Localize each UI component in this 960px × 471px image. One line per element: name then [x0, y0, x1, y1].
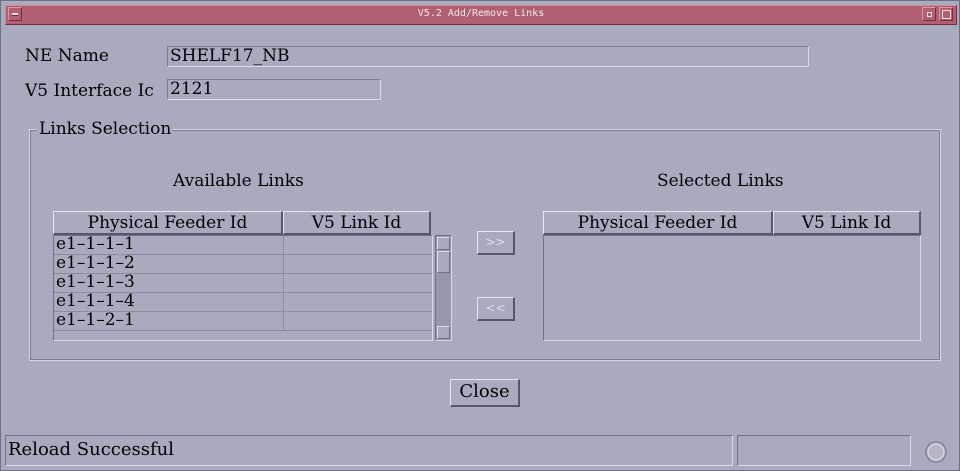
close-button[interactable]: Close — [450, 379, 520, 407]
table-row[interactable]: e1–1–1–2 — [54, 255, 432, 274]
minimize-icon[interactable] — [922, 7, 936, 21]
selected-links-heading: Selected Links — [657, 171, 784, 191]
remove-link-button[interactable]: << — [477, 297, 515, 321]
feeder-id-cell: e1–1–2–1 — [56, 312, 135, 330]
selected-table-body[interactable] — [543, 235, 921, 341]
interface-id-field[interactable]: 2121 — [167, 79, 381, 100]
title-bar[interactable]: V5.2 Add/Remove Links — [5, 5, 957, 25]
feeder-id-cell: e1–1–1–4 — [56, 293, 135, 311]
scroll-thumb[interactable] — [437, 251, 450, 273]
add-link-button[interactable]: >> — [477, 231, 515, 255]
table-row[interactable]: e1–1–2–1 — [54, 312, 432, 331]
table-row[interactable]: e1–1–1–1 — [54, 236, 432, 255]
available-table-header: Physical Feeder Id V5 Link Id — [53, 211, 431, 235]
ne-name-label: NE Name — [25, 46, 109, 66]
window-title: V5.2 Add/Remove Links — [417, 8, 545, 19]
ne-name-field[interactable]: SHELF17_NB — [167, 46, 809, 67]
status-secondary-panel — [737, 435, 911, 466]
maximize-icon[interactable] — [939, 7, 953, 21]
link-id-cell — [283, 255, 432, 273]
scroll-down-arrow-icon[interactable] — [437, 326, 450, 339]
available-links-scrollbar[interactable] — [435, 235, 452, 341]
feeder-id-cell: e1–1–1–3 — [56, 274, 135, 292]
available-links-table: Physical Feeder Id V5 Link Id e1–1–1–1 e… — [53, 211, 433, 341]
link-id-cell — [283, 312, 432, 330]
status-message: Reload Successful — [5, 435, 733, 466]
available-links-heading: Available Links — [173, 171, 304, 191]
link-id-cell — [283, 274, 432, 292]
selected-table-header: Physical Feeder Id V5 Link Id — [543, 211, 921, 235]
available-table-body: e1–1–1–1 e1–1–1–2 e1–1–1–3 e1–1–1–4 e1–1… — [53, 235, 433, 341]
selected-col-feeder[interactable]: Physical Feeder Id — [543, 211, 773, 235]
interface-id-label: V5 Interface Ic — [25, 81, 154, 101]
selected-col-link[interactable]: V5 Link Id — [773, 211, 921, 235]
scroll-up-arrow-icon[interactable] — [437, 237, 450, 250]
available-col-link[interactable]: V5 Link Id — [283, 211, 431, 235]
status-indicator-icon — [925, 441, 947, 463]
table-row[interactable]: e1–1–1–4 — [54, 293, 432, 312]
dialog-window: V5.2 Add/Remove Links NE Name SHELF17_NB… — [0, 0, 960, 471]
links-selection-title: Links Selection — [37, 119, 174, 139]
link-id-cell — [283, 236, 432, 254]
available-col-feeder[interactable]: Physical Feeder Id — [53, 211, 283, 235]
table-row[interactable]: e1–1–1–3 — [54, 274, 432, 293]
feeder-id-cell: e1–1–1–1 — [56, 236, 135, 254]
feeder-id-cell: e1–1–1–2 — [56, 255, 135, 273]
link-id-cell — [283, 293, 432, 311]
selected-links-table: Physical Feeder Id V5 Link Id — [543, 211, 921, 341]
status-bar: Reload Successful — [5, 435, 955, 466]
